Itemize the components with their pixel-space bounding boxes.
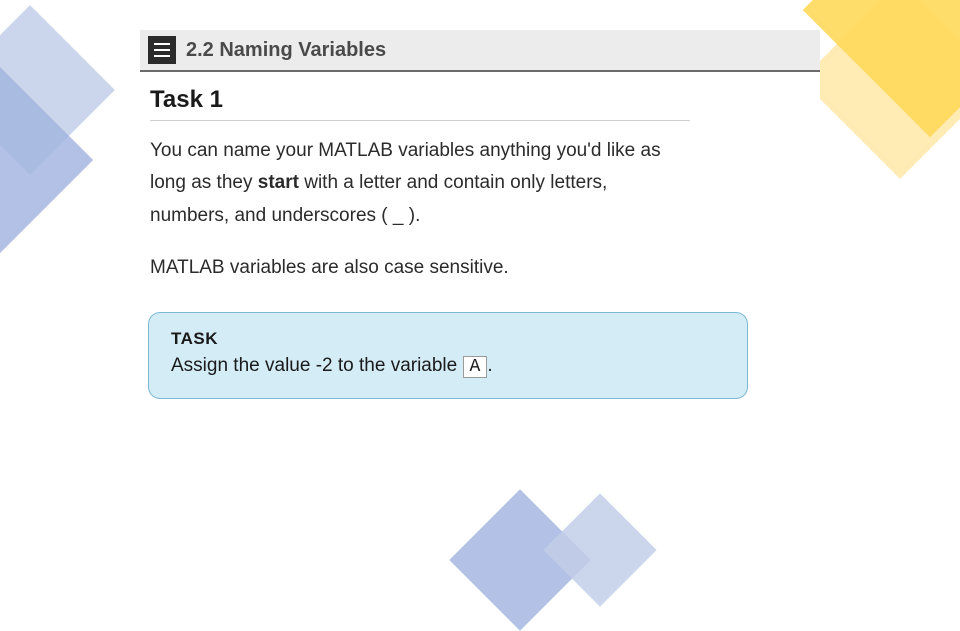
text-run: . bbox=[487, 355, 492, 376]
task-paragraph-1: You can name your MATLAB variables anyth… bbox=[150, 135, 690, 232]
task-callout-box: TASK Assign the value -2 to the variable… bbox=[148, 312, 748, 399]
lesson-panel: 2.2 Naming Variables Task 1 You can name… bbox=[140, 30, 820, 399]
task-heading: Task 1 bbox=[150, 86, 690, 121]
text-run: Assign the value -2 to the variable bbox=[171, 355, 463, 376]
lesson-content: Task 1 You can name your MATLAB variable… bbox=[140, 72, 700, 399]
hamburger-menu-icon[interactable] bbox=[148, 36, 176, 64]
bold-word-start: start bbox=[258, 172, 299, 193]
task-box-label: TASK bbox=[171, 329, 725, 349]
section-title: 2.2 Naming Variables bbox=[186, 39, 386, 62]
variable-code: A bbox=[463, 356, 488, 378]
task-paragraph-2: MATLAB variables are also case sensitive… bbox=[150, 252, 690, 284]
section-header: 2.2 Naming Variables bbox=[140, 30, 820, 72]
task-box-instruction: Assign the value -2 to the variable A. bbox=[171, 355, 725, 378]
